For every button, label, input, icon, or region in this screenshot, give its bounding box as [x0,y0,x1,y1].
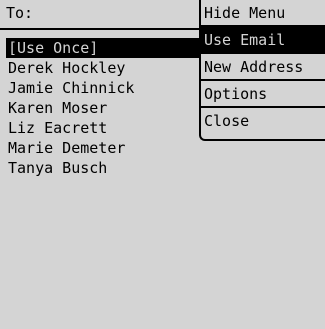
header-divider [0,28,200,30]
list-item-liz-eacrett[interactable]: Liz Eacrett [6,118,206,138]
context-menu: Hide Menu Use Email New Address Options … [199,0,325,141]
to-label: To: [6,4,34,22]
list-item-tanya-busch[interactable]: Tanya Busch [6,158,206,178]
menu-item-close[interactable]: Close [201,108,325,135]
list-item-jamie-chinnick[interactable]: Jamie Chinnick [6,78,206,98]
list-item-use-once[interactable]: [Use Once] [6,38,206,58]
menu-item-hide-menu[interactable]: Hide Menu [201,0,325,27]
menu-item-new-address[interactable]: New Address [201,54,325,81]
list-item-marie-demeter[interactable]: Marie Demeter [6,138,206,158]
recipient-list: [Use Once] Derek Hockley Jamie Chinnick … [6,38,206,178]
list-item-karen-moser[interactable]: Karen Moser [6,98,206,118]
menu-item-options[interactable]: Options [201,81,325,108]
menu-item-use-email[interactable]: Use Email [201,27,325,54]
list-item-derek-hockley[interactable]: Derek Hockley [6,58,206,78]
